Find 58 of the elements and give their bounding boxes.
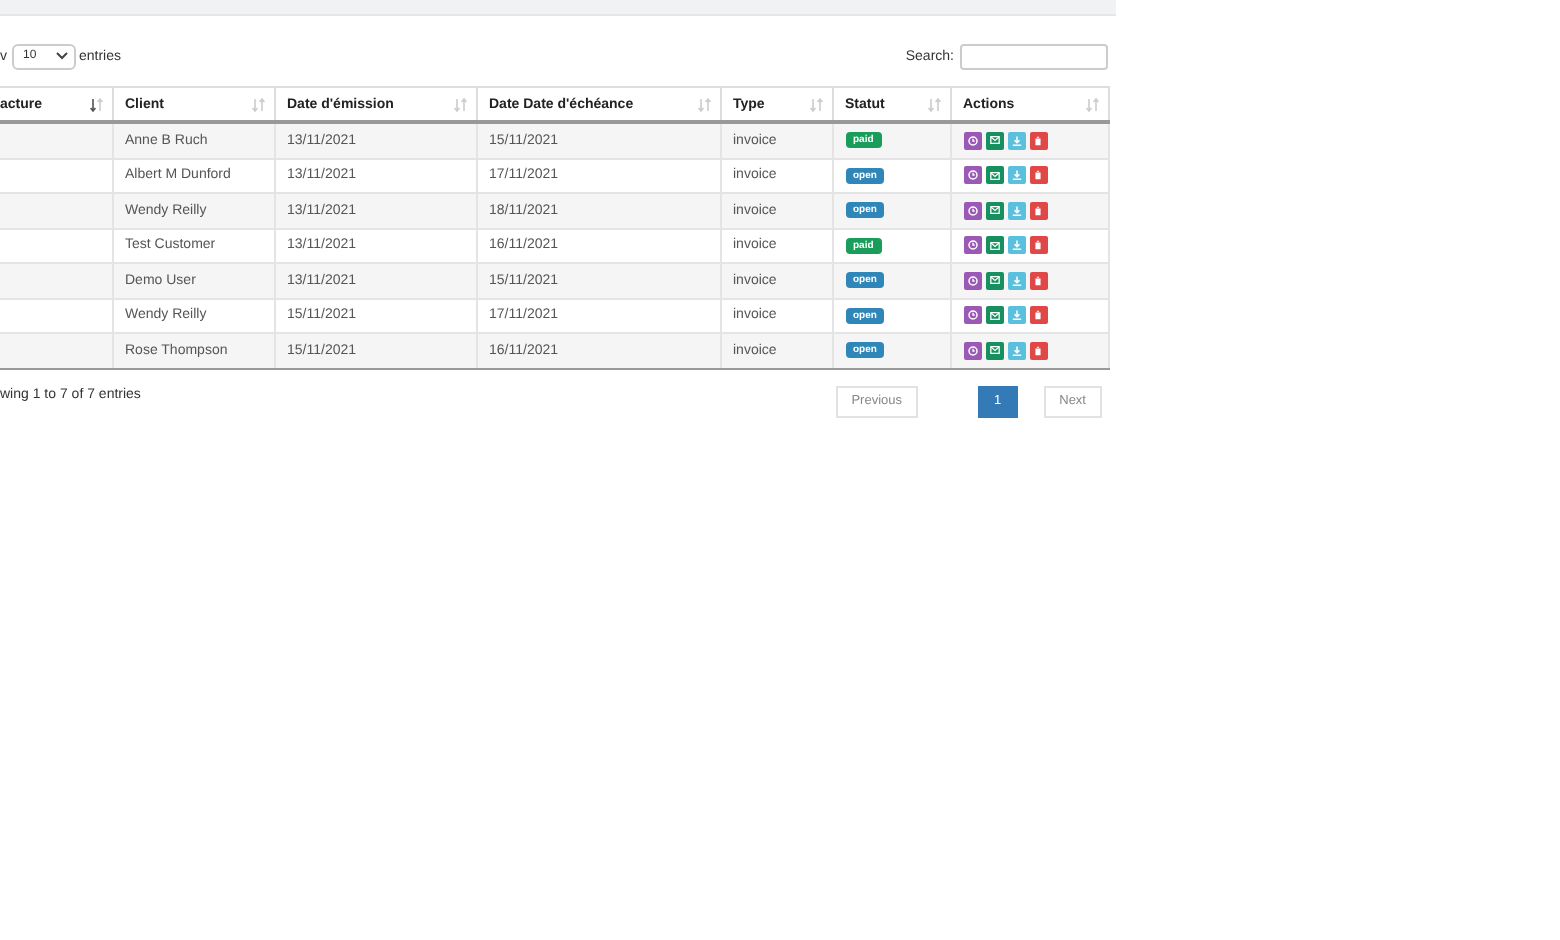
clock-button[interactable] xyxy=(963,236,981,255)
clock-icon xyxy=(967,275,977,286)
download-button[interactable] xyxy=(1007,236,1025,255)
download-icon xyxy=(1011,345,1021,356)
envelope-button[interactable] xyxy=(985,131,1003,150)
trash-button[interactable] xyxy=(1029,166,1047,185)
trash-button[interactable] xyxy=(1029,271,1047,290)
clock-icon xyxy=(967,310,977,321)
envelope-button[interactable] xyxy=(985,236,1003,255)
download-button[interactable] xyxy=(1007,271,1025,290)
download-icon xyxy=(1011,275,1021,286)
envelope-icon xyxy=(989,311,999,320)
clock-icon xyxy=(967,205,977,216)
trash-button[interactable] xyxy=(1029,341,1047,360)
download-button[interactable] xyxy=(1007,306,1025,325)
chevron-icon xyxy=(55,52,67,60)
clock-button[interactable] xyxy=(963,271,981,290)
trash-button[interactable] xyxy=(1029,201,1047,220)
clock-button[interactable] xyxy=(963,306,981,325)
clock-button[interactable] xyxy=(963,201,981,220)
clock-button[interactable] xyxy=(963,131,981,150)
download-button[interactable] xyxy=(1007,341,1025,360)
trash-icon xyxy=(1034,170,1042,181)
clock-icon xyxy=(967,170,977,181)
clock-icon xyxy=(967,240,977,251)
envelope-button[interactable] xyxy=(985,341,1003,360)
trash-button[interactable] xyxy=(1029,131,1047,150)
download-icon xyxy=(1011,135,1021,146)
trash-icon xyxy=(1034,240,1042,251)
download-button[interactable] xyxy=(1007,201,1025,220)
envelope-icon xyxy=(989,276,999,285)
download-icon xyxy=(1011,240,1021,251)
envelope-icon xyxy=(989,136,999,145)
trash-icon xyxy=(1034,345,1042,356)
envelope-icon xyxy=(989,346,999,355)
download-button[interactable] xyxy=(1007,131,1025,150)
search-field[interactable] xyxy=(960,43,1108,69)
envelope-button[interactable] xyxy=(985,166,1003,185)
envelope-button[interactable] xyxy=(985,201,1003,220)
envelope-button[interactable] xyxy=(985,271,1003,290)
envelope-button[interactable] xyxy=(985,306,1003,325)
envelope-icon xyxy=(989,241,999,250)
download-icon xyxy=(1011,205,1021,216)
trash-icon xyxy=(1034,310,1042,321)
clock-button[interactable] xyxy=(963,341,981,360)
download-icon xyxy=(1011,310,1021,321)
trash-icon xyxy=(1034,275,1042,286)
clock-icon xyxy=(967,135,977,146)
trash-icon xyxy=(1034,205,1042,216)
envelope-icon xyxy=(989,206,999,215)
trash-button[interactable] xyxy=(1029,306,1047,325)
trash-icon xyxy=(1034,135,1042,146)
download-button[interactable] xyxy=(1007,166,1025,185)
clock-icon xyxy=(967,345,977,356)
clock-button[interactable] xyxy=(963,166,981,185)
download-icon xyxy=(1011,170,1021,181)
trash-button[interactable] xyxy=(1029,236,1047,255)
envelope-icon xyxy=(989,171,999,180)
